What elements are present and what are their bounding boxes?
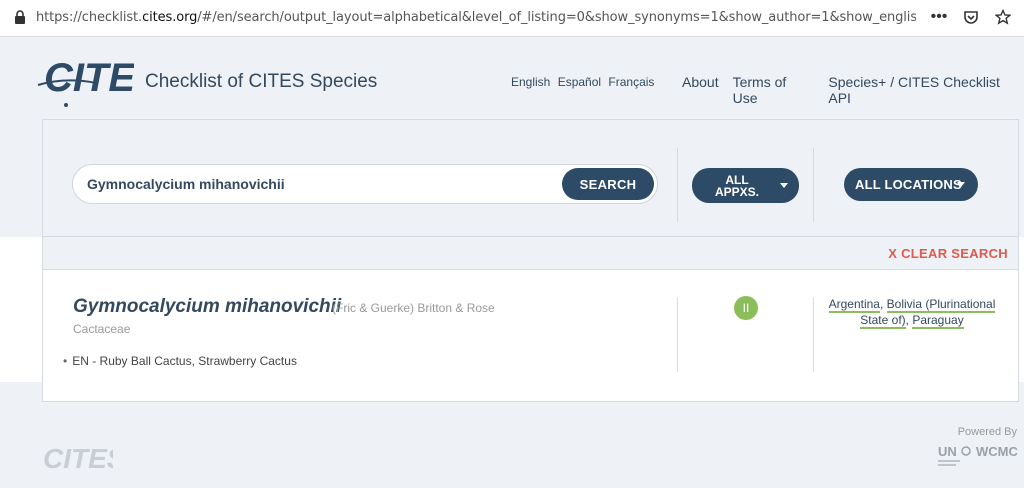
location-link-argentina[interactable]: Argentina [828,297,880,313]
chevron-down-icon [957,182,965,187]
search-panel: SEARCH ALL APPXS. ALL LOCATIONS [42,119,1019,237]
appendix-badge[interactable]: II [734,296,758,320]
site-title[interactable]: Checklist of CITES Species [145,71,377,93]
pocket-icon[interactable] [960,6,982,28]
bookmark-star-icon[interactable] [992,6,1014,28]
nav-checklist-api[interactable]: Species+ / CITES Checklist API [828,74,1024,106]
cites-footer-logo: CITES [43,443,113,474]
appendix-filter-label-line2: APPXS. [714,184,759,199]
species-name[interactable]: Gymnocalycium mihanovichii [73,296,341,318]
unep-wcmc-logo[interactable]: UN WCMC [938,443,1020,471]
more-options-icon[interactable]: ••• [928,6,950,28]
nav-about[interactable]: About [682,74,719,106]
search-input[interactable] [87,176,547,192]
divider [813,297,814,372]
powered-by-label: Powered By [957,426,1017,438]
distribution-locations: Argentina, Bolivia (Plurinational State … [828,297,996,329]
clear-search-row: X CLEAR SEARCH [42,237,1019,270]
lock-icon [15,10,25,24]
divider [677,297,678,372]
top-nav: About Terms of Use Species+ / CITES Chec… [682,74,1024,106]
search-box: SEARCH [72,164,658,204]
common-names: • EN - Ruby Ball Cactus, Strawberry Cactu… [63,354,297,368]
search-button[interactable]: SEARCH [562,168,654,200]
divider [677,148,678,222]
browser-address-bar: https://checklist.cites.org/#/en/search/… [0,0,1024,37]
divider [813,148,814,222]
result-row: Gymnocalycium mihanovichii (Fric & Guerk… [42,270,1019,402]
site-header: CITES Checklist of CITES Species English… [0,37,1024,119]
lang-english[interactable]: English [511,75,550,89]
language-switcher: English Español Français [511,75,658,89]
clear-search-link[interactable]: X CLEAR SEARCH [888,246,1008,261]
url-field[interactable]: https://checklist.cites.org/#/en/search/… [36,10,916,25]
svg-text:UN: UN [938,444,957,459]
location-filter-label: ALL LOCATIONS [855,177,962,192]
bullet-icon: • [63,354,68,368]
nav-terms-of-use[interactable]: Terms of Use [733,74,815,106]
lang-espanol[interactable]: Español [558,75,601,89]
svg-text:WCMC: WCMC [976,444,1018,459]
cites-logo[interactable]: CITES [36,47,134,109]
appendix-filter-label-line1: ALL [725,172,749,187]
location-link-paraguay[interactable]: Paraguay [912,313,964,329]
appendix-filter-dropdown[interactable]: ALL APPXS. [692,168,799,203]
svg-text:CITES: CITES [43,443,113,474]
chevron-down-icon [780,183,788,188]
location-filter-dropdown[interactable]: ALL LOCATIONS [844,168,978,201]
lang-francais[interactable]: Français [608,75,654,89]
species-family: Cactaceae [73,322,131,336]
species-author: (Fric & Guerke) Britton & Rose [332,301,495,315]
svg-text:CITES: CITES [44,56,134,100]
